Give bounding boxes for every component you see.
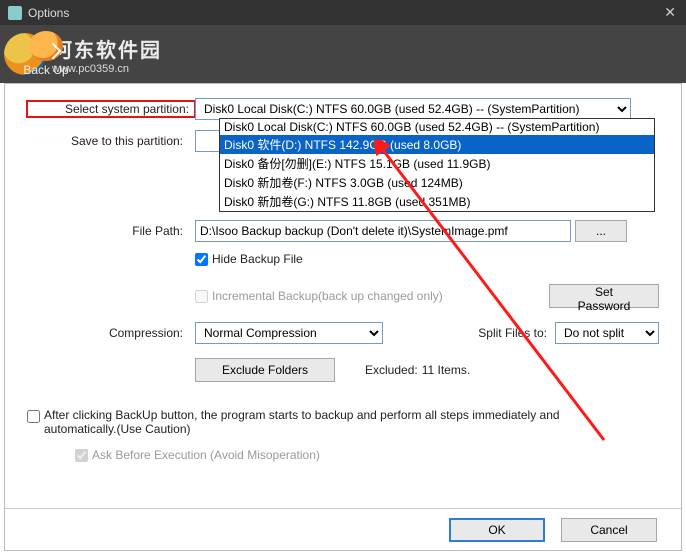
ask-before-label: Ask Before Execution (Avoid Misoperation… [92,448,320,462]
hide-backup-label: Hide Backup File [212,252,303,266]
dropdown-option[interactable]: Disk0 新加卷(G:) NTFS 11.8GB (used 351MB) [220,192,654,211]
auto-backup-checkbox[interactable] [27,410,40,423]
save-partition-dropdown-list[interactable]: Disk0 Local Disk(C:) NTFS 60.0GB (used 5… [219,118,655,212]
window-title: Options [28,6,69,20]
compression-dropdown[interactable]: Normal Compression [195,322,383,344]
hide-backup-checkbox[interactable] [195,253,208,266]
dropdown-option[interactable]: Disk0 备份[勿删](E:) NTFS 15.1GB (used 11.9G… [220,154,654,173]
toolbar: 河东软件园 www.pc0359.cn Back Up [0,25,686,83]
backup-button[interactable]: Back Up [18,31,74,77]
set-password-button[interactable]: Set Password [549,284,659,308]
select-partition-label: Select system partition: [27,101,195,117]
app-icon [8,6,22,20]
select-partition-dropdown[interactable]: Disk0 Local Disk(C:) NTFS 60.0GB (used 5… [195,98,631,120]
dropdown-option[interactable]: Disk0 软件(D:) NTFS 142.9GB (used 8.0GB) [220,135,654,154]
ask-before-checkbox [75,449,88,462]
titlebar: Options ✕ [0,0,686,25]
excluded-label: Excluded: [365,363,418,377]
incremental-label: Incremental Backup(back up changed only) [212,289,443,303]
dropdown-option[interactable]: Disk0 新加卷(F:) NTFS 3.0GB (used 124MB) [220,173,654,192]
ok-button[interactable]: OK [449,518,545,542]
dropdown-option[interactable]: Disk0 Local Disk(C:) NTFS 60.0GB (used 5… [220,119,654,135]
split-dropdown[interactable]: Do not split [555,322,659,344]
save-partition-label: Save to this partition: [27,134,195,148]
exclude-folders-button[interactable]: Exclude Folders [195,358,335,382]
browse-button[interactable]: ... [575,220,627,242]
backup-icon [29,31,63,61]
split-label: Split Files to: [478,326,547,340]
compression-label: Compression: [27,326,195,340]
file-path-label: File Path: [27,224,195,238]
incremental-checkbox [195,290,208,303]
file-path-input[interactable] [195,220,571,242]
footer: OK Cancel [5,508,681,550]
close-icon[interactable]: ✕ [664,4,676,21]
cancel-button[interactable]: Cancel [561,518,657,542]
excluded-count: 11 Items. [422,363,470,377]
backup-label: Back Up [18,63,74,77]
auto-backup-label: After clicking BackUp button, the progra… [44,408,604,436]
